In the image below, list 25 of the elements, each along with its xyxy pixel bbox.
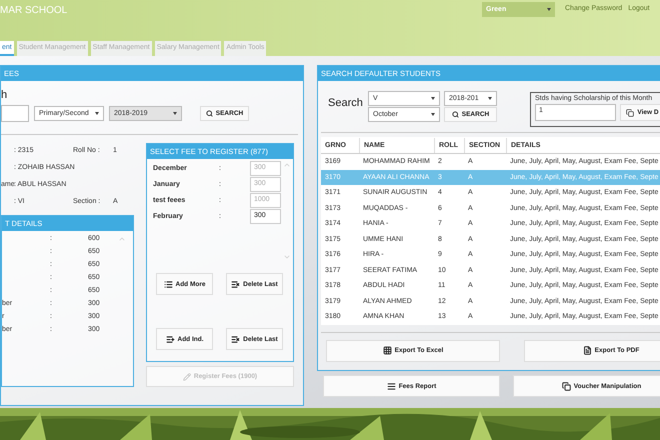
caret-icon (431, 97, 435, 100)
list-icon (231, 280, 240, 288)
scroll-up-icon[interactable] (118, 235, 126, 243)
list-icon (164, 280, 172, 288)
list-icon (231, 334, 240, 344)
list-icon (166, 334, 174, 344)
school-title: MAR SCHOOL (0, 4, 68, 16)
search-label: Search (328, 97, 364, 109)
search-icon (452, 111, 459, 118)
lines-icon (386, 382, 396, 390)
copy-icon (562, 382, 571, 390)
scroll-down-icon[interactable] (283, 253, 291, 261)
copy-icon (626, 108, 634, 116)
caret-icon (547, 8, 551, 11)
caret-icon (431, 113, 435, 116)
search-label: h (1, 89, 8, 101)
search-field[interactable] (1, 105, 29, 122)
search-icon (206, 110, 213, 117)
caret-icon (95, 112, 99, 115)
pencil-icon (182, 372, 191, 380)
caret-icon (488, 97, 492, 100)
caret-icon (173, 112, 177, 115)
document-icon (582, 346, 592, 355)
scroll-up-icon[interactable] (283, 161, 291, 169)
grid-icon (382, 346, 392, 355)
